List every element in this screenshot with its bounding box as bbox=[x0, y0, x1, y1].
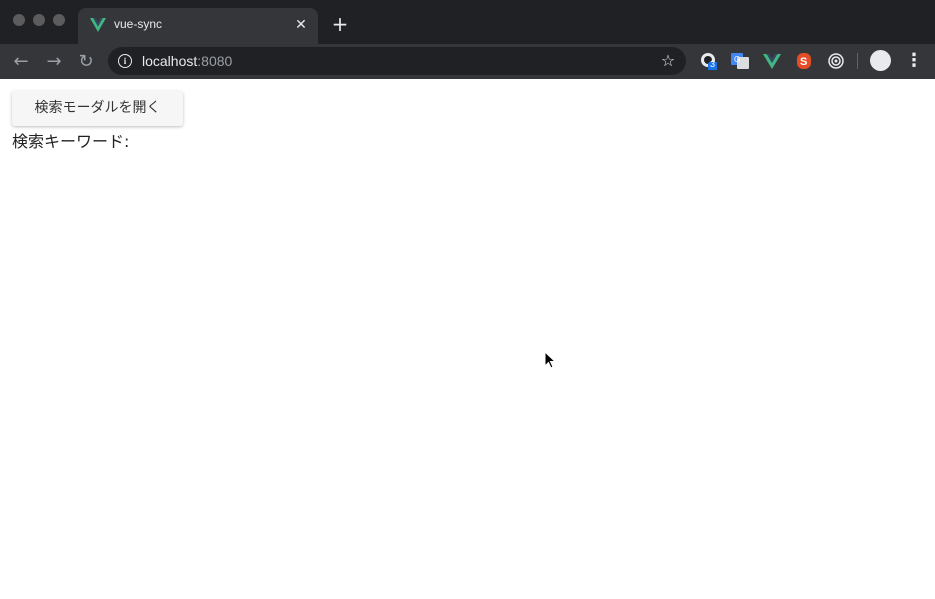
browser-toolbar: ← → ↻ i localhost:8080 ☆ 3 G S ⋮ bbox=[0, 44, 935, 79]
open-search-modal-button[interactable]: 検索モーダルを開く bbox=[12, 91, 183, 126]
svg-text:G: G bbox=[734, 55, 740, 64]
svelte-extension-icon[interactable]: S bbox=[795, 52, 813, 70]
vue-devtools-icon[interactable] bbox=[763, 52, 781, 70]
bookmark-star-icon[interactable]: ☆ bbox=[658, 51, 678, 71]
new-tab-icon[interactable]: + bbox=[328, 12, 352, 36]
back-arrow-icon[interactable]: ← bbox=[8, 49, 34, 75]
forward-arrow-icon[interactable]: → bbox=[41, 49, 67, 75]
minimize-window-icon[interactable] bbox=[33, 14, 45, 26]
url-text[interactable]: localhost:8080 bbox=[142, 53, 232, 69]
info-icon[interactable]: i bbox=[118, 54, 132, 68]
search-keyword-label: 検索キーワード: bbox=[12, 132, 130, 151]
octocat-extension-icon[interactable]: 3 bbox=[699, 52, 719, 71]
maximize-window-icon[interactable] bbox=[53, 14, 65, 26]
tab-title: vue-sync bbox=[114, 17, 163, 31]
url-host: localhost bbox=[142, 53, 198, 69]
url-port: :8080 bbox=[197, 53, 233, 69]
toolbar-divider bbox=[857, 53, 858, 69]
tab-strip: vue-sync ✕ + bbox=[0, 0, 935, 44]
browser-window-chrome: vue-sync ✕ + ← → ↻ i localhost:8080 ☆ 3 bbox=[0, 0, 935, 79]
vue-logo-icon bbox=[90, 18, 106, 32]
search-keyword-row: 検索キーワード: bbox=[12, 128, 129, 152]
tab-vue-sync[interactable]: vue-sync ✕ bbox=[78, 8, 318, 44]
target-extension-icon[interactable] bbox=[827, 52, 845, 70]
mouse-cursor-icon bbox=[544, 351, 556, 369]
extension-badge: 3 bbox=[710, 59, 716, 69]
profile-avatar[interactable] bbox=[870, 50, 891, 71]
google-translate-icon[interactable]: G bbox=[731, 52, 749, 70]
svg-text:S: S bbox=[800, 56, 807, 68]
reload-icon[interactable]: ↻ bbox=[73, 49, 99, 75]
tab-close-icon[interactable]: ✕ bbox=[292, 16, 310, 34]
close-window-icon[interactable] bbox=[13, 14, 25, 26]
kebab-menu-icon[interactable]: ⋮ bbox=[905, 50, 923, 72]
page-content: 検索モーダルを開く 検索キーワード: bbox=[0, 79, 935, 599]
address-bar[interactable]: i localhost:8080 ☆ bbox=[108, 47, 686, 75]
